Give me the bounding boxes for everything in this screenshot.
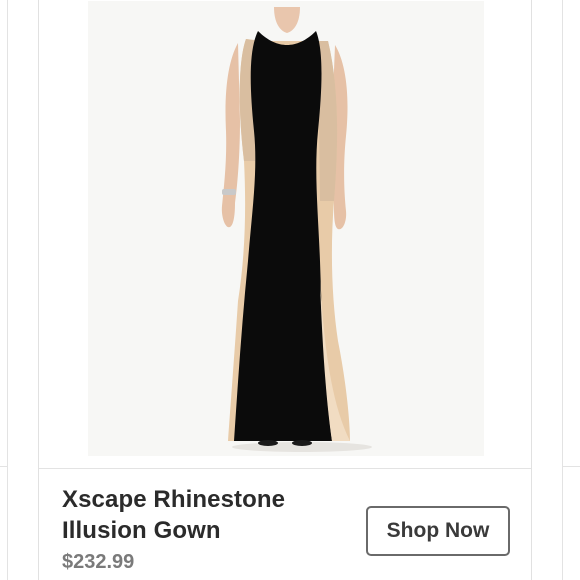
- product-price: $232.99: [62, 551, 135, 573]
- product-title[interactable]: Xscape Rhinestone Illusion Gown: [62, 484, 352, 546]
- product-image[interactable]: [88, 1, 484, 456]
- card-divider: [563, 466, 580, 467]
- card-divider: [0, 466, 8, 467]
- previous-product-card-edge[interactable]: [0, 0, 8, 580]
- product-card[interactable]: Xscape Rhinestone Illusion Gown $232.99 …: [38, 0, 532, 580]
- gown-photo: [88, 1, 484, 456]
- next-product-card-edge[interactable]: [562, 0, 580, 580]
- card-divider: [39, 468, 531, 469]
- page: Xscape Rhinestone Illusion Gown $232.99 …: [0, 0, 580, 580]
- shop-now-button[interactable]: Shop Now: [366, 506, 510, 556]
